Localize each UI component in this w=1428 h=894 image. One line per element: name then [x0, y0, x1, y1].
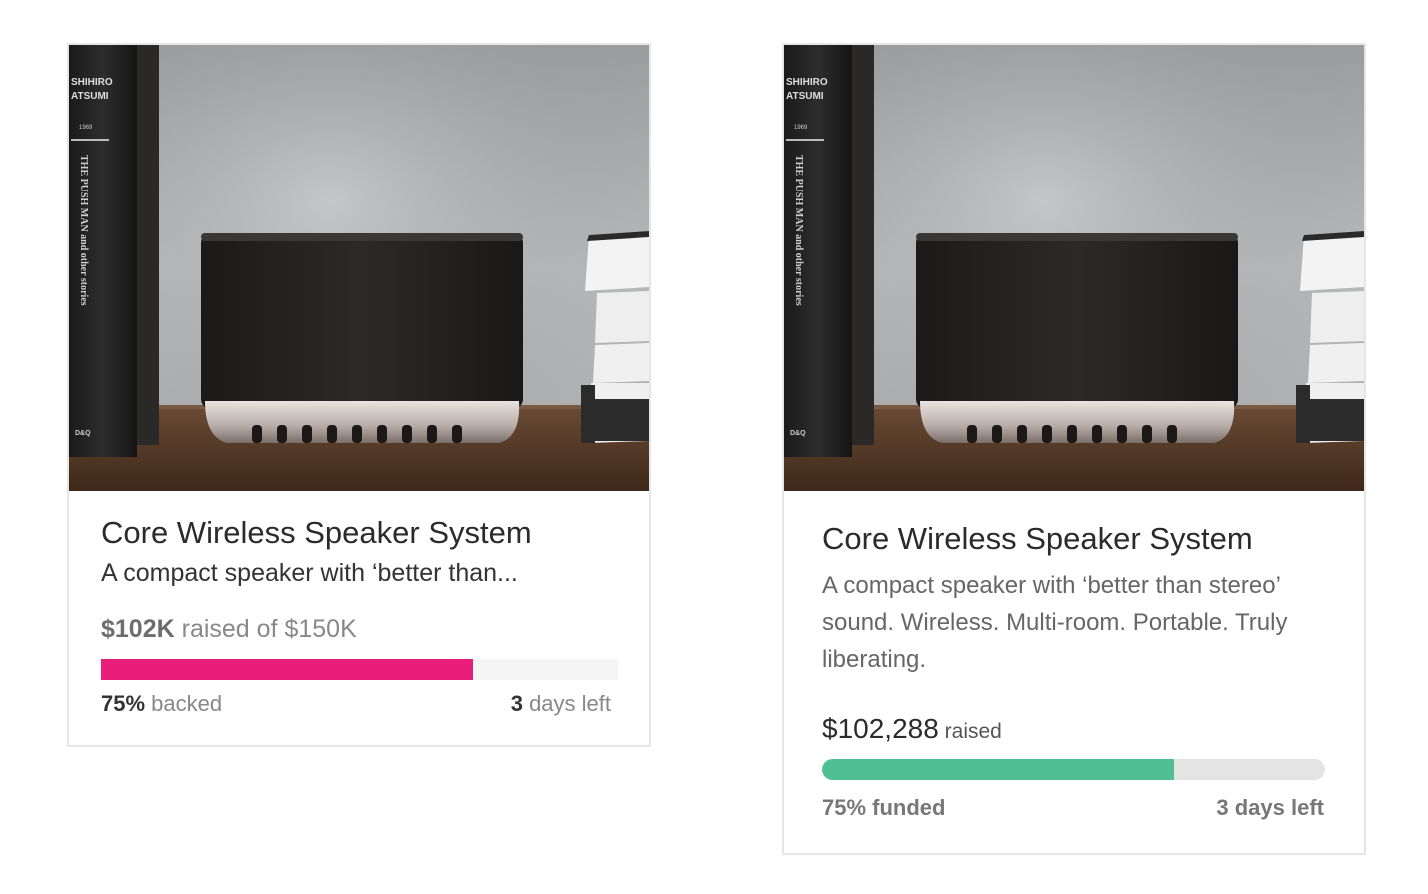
backed-percentage: 75% backed	[101, 691, 222, 717]
project-title[interactable]: Core Wireless Speaker System	[101, 515, 532, 551]
days-value: 3	[510, 691, 523, 716]
days-left-label: days left	[529, 691, 611, 716]
project-title[interactable]: Core Wireless Speaker System	[822, 521, 1253, 557]
progress-bar	[101, 659, 618, 680]
goal-amount: $150K	[284, 615, 357, 643]
backed-percent-value: 75%	[101, 691, 146, 716]
raised-summary: $102K raised of $150K	[101, 615, 357, 644]
backed-label: backed	[151, 691, 223, 716]
project-card-compact[interactable]: Core Wireless Speaker System A compact s…	[67, 43, 651, 747]
days-remaining: 3 days left	[511, 691, 611, 717]
raised-label: raised	[944, 720, 1002, 743]
raised-amount: $102,288	[822, 713, 939, 744]
progress-bar-fill	[822, 759, 1175, 780]
product-photo[interactable]	[784, 45, 1364, 491]
project-card-expanded[interactable]: Core Wireless Speaker System A compact s…	[782, 43, 1366, 855]
raised-of-label: raised of	[181, 615, 278, 643]
project-description: A compact speaker with ‘better than...	[101, 559, 518, 587]
raised-amount: $102K	[101, 615, 175, 643]
funded-percentage: 75% funded	[822, 795, 946, 820]
project-description: A compact speaker with ‘better than ster…	[822, 572, 1288, 673]
product-photo[interactable]	[69, 45, 649, 491]
progress-bar	[822, 759, 1325, 780]
progress-bar-fill	[101, 659, 474, 680]
raised-summary: $102,288 raised	[822, 713, 1002, 745]
days-remaining: 3 days left	[1216, 795, 1324, 820]
